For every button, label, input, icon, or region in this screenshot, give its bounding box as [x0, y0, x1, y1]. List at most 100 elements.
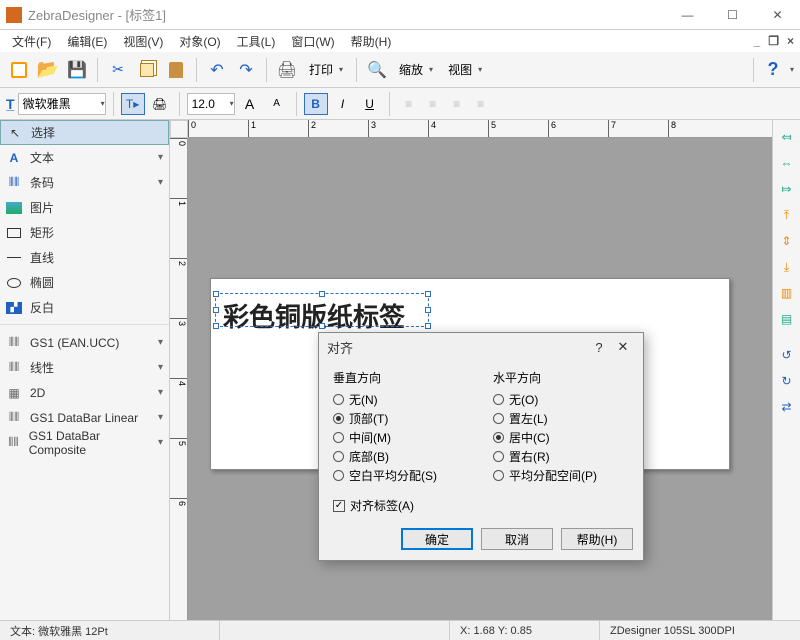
resize-handle[interactable]: [213, 307, 219, 313]
font-textual-button[interactable]: T▸: [121, 93, 145, 115]
print-icon-button[interactable]: 🖨: [274, 57, 300, 83]
distribute-h-icon[interactable]: ▥: [776, 282, 798, 304]
barcode-icon: ⦀⦀: [6, 176, 22, 190]
resize-handle[interactable]: [213, 323, 219, 329]
close-button[interactable]: ✕: [755, 0, 800, 30]
align-center-h-icon[interactable]: ⇔: [776, 152, 798, 174]
separator: [356, 58, 357, 82]
menu-window[interactable]: 窗口(W): [283, 31, 342, 52]
print-dropdown[interactable]: 打印▾: [303, 59, 349, 80]
pointer-icon: ↖: [7, 126, 23, 140]
tool-gs1-ean[interactable]: ⦀⦀GS1 (EAN.UCC)▾: [0, 330, 169, 355]
resize-handle[interactable]: [425, 323, 431, 329]
menu-tools[interactable]: 工具(L): [229, 31, 284, 52]
flip-icon[interactable]: ⇄: [776, 396, 798, 418]
mdi-restore-icon[interactable]: ❐: [768, 34, 779, 48]
resize-handle[interactable]: [213, 291, 219, 297]
radio-v-top[interactable]: 顶部(T): [333, 409, 469, 428]
app-icon: [6, 7, 22, 23]
align-left-button[interactable]: ≡: [397, 93, 421, 115]
radio-h-space[interactable]: 平均分配空间(P): [493, 466, 629, 485]
font-increase-button[interactable]: A: [238, 93, 262, 115]
bold-button[interactable]: B: [304, 93, 328, 115]
align-top-icon[interactable]: ⤒: [776, 204, 798, 226]
font-name-select[interactable]: 微软雅黑▾: [18, 93, 106, 115]
resize-handle[interactable]: [319, 323, 325, 329]
save-button[interactable]: 💾: [64, 57, 90, 83]
distribute-v-icon[interactable]: ▤: [776, 308, 798, 330]
redo-button[interactable]: ↷: [233, 57, 259, 83]
checkbox-align-label[interactable]: ✓对齐标签(A): [333, 497, 629, 514]
underline-button[interactable]: U: [358, 93, 382, 115]
tool-rect[interactable]: 矩形: [0, 220, 169, 245]
status-font: 文本: 微软雅黑 12Pt: [0, 621, 220, 640]
radio-v-mid[interactable]: 中间(M): [333, 428, 469, 447]
cancel-button[interactable]: 取消: [481, 528, 553, 550]
radio-h-left[interactable]: 置左(L): [493, 409, 629, 428]
radio-v-none[interactable]: 无(N): [333, 390, 469, 409]
menu-help[interactable]: 帮助(H): [343, 31, 400, 52]
font-size-select[interactable]: 12.0▾: [187, 93, 235, 115]
tool-inverse[interactable]: ▞反白: [0, 295, 169, 320]
undo-button[interactable]: ↶: [204, 57, 230, 83]
dialog-help-icon[interactable]: ?: [587, 340, 611, 355]
mdi-close-icon[interactable]: ×: [787, 34, 794, 48]
open-button[interactable]: 📂: [35, 57, 61, 83]
maximize-button[interactable]: ☐: [710, 0, 755, 30]
menu-view[interactable]: 视图(V): [115, 31, 171, 52]
align-bottom-icon[interactable]: ⤓: [776, 256, 798, 278]
zoom-dropdown[interactable]: 缩放▾: [393, 59, 439, 80]
menu-object[interactable]: 对象(O): [171, 31, 228, 52]
font-decrease-button[interactable]: A: [265, 93, 289, 115]
radio-h-none[interactable]: 无(O): [493, 390, 629, 409]
radio-v-space[interactable]: 空白平均分配(S): [333, 466, 469, 485]
align-justify-button[interactable]: ≡: [469, 93, 493, 115]
horizontal-group-label: 水平方向: [493, 369, 629, 386]
chevron-icon: ▾: [158, 362, 163, 373]
tool-ellipse[interactable]: 椭圆: [0, 270, 169, 295]
mdi-minimize-icon[interactable]: _: [754, 34, 761, 48]
copy-button[interactable]: [134, 57, 160, 83]
resize-handle[interactable]: [425, 307, 431, 313]
resize-handle[interactable]: [319, 291, 325, 297]
resize-handle[interactable]: [425, 291, 431, 297]
align-right-button[interactable]: ≡: [445, 93, 469, 115]
tool-databar-linear[interactable]: ⦀⦀GS1 DataBar Linear▾: [0, 405, 169, 430]
tool-barcode[interactable]: ⦀⦀条码▾: [0, 170, 169, 195]
align-right-icon[interactable]: ⤇: [776, 178, 798, 200]
tool-text[interactable]: A文本▾: [0, 145, 169, 170]
tool-databar-composite[interactable]: ⦀⦀GS1 DataBar Composite▾: [0, 430, 169, 455]
ruler-corner: [170, 120, 188, 138]
tool-line[interactable]: 直线: [0, 245, 169, 270]
help-dropdown-icon[interactable]: ▾: [790, 65, 794, 74]
align-center-v-icon[interactable]: ⇕: [776, 230, 798, 252]
zoom-icon-button[interactable]: 🔍: [364, 57, 390, 83]
radio-h-center[interactable]: 居中(C): [493, 428, 629, 447]
view-dropdown[interactable]: 视图▾: [442, 59, 488, 80]
tool-picture[interactable]: 图片: [0, 195, 169, 220]
help-button[interactable]: ?: [760, 57, 786, 83]
selection-box[interactable]: [215, 293, 429, 327]
cut-button[interactable]: ✂: [105, 57, 131, 83]
radio-h-right[interactable]: 置右(R): [493, 447, 629, 466]
inverse-icon: ▞: [6, 302, 22, 314]
minimize-button[interactable]: —: [665, 0, 710, 30]
ok-button[interactable]: 确定: [401, 528, 473, 550]
rotate-left-icon[interactable]: ↺: [776, 344, 798, 366]
paste-button[interactable]: [163, 57, 189, 83]
radio-v-bot[interactable]: 底部(B): [333, 447, 469, 466]
dialog-close-icon[interactable]: ✕: [611, 339, 635, 355]
horizontal-ruler: 012345678: [188, 120, 772, 138]
menu-file[interactable]: 文件(F): [4, 31, 59, 52]
tool-2d[interactable]: ▦2D▾: [0, 380, 169, 405]
rotate-right-icon[interactable]: ↻: [776, 370, 798, 392]
tool-select[interactable]: ↖选择: [0, 120, 169, 145]
align-left-icon[interactable]: ⤆: [776, 126, 798, 148]
italic-button[interactable]: I: [331, 93, 355, 115]
font-printer-button[interactable]: 🖨: [148, 93, 172, 115]
tool-linear[interactable]: ⦀⦀线性▾: [0, 355, 169, 380]
menu-edit[interactable]: 编辑(E): [59, 31, 115, 52]
dialog-help-button[interactable]: 帮助(H): [561, 528, 633, 550]
align-center-button[interactable]: ≡: [421, 93, 445, 115]
new-button[interactable]: [6, 57, 32, 83]
